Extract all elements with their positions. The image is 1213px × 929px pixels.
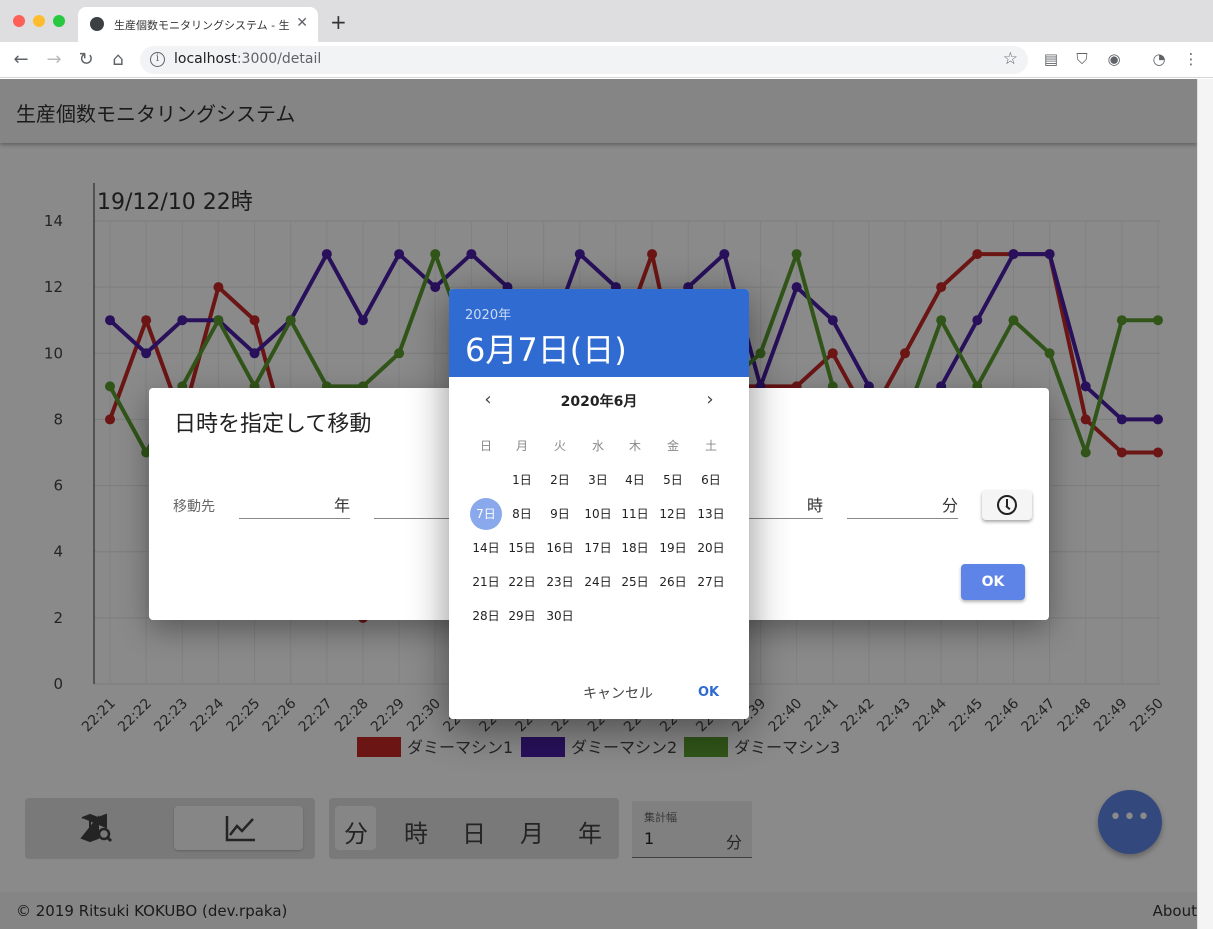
time-picker-button[interactable] <box>982 490 1032 520</box>
next-month-icon[interactable]: › <box>698 389 722 410</box>
calendar-day[interactable]: 16日 <box>544 532 576 564</box>
calendar-day[interactable]: 20日 <box>695 532 727 564</box>
calendar-day[interactable]: 7日 <box>470 498 502 530</box>
minute-input[interactable]: 分 <box>847 488 958 519</box>
browser-tab-bar: 生産個数モニタリングシステム - 生 ✕ + <box>0 0 1213 42</box>
weekday-header: 水 <box>591 439 604 453</box>
picker-ok-button[interactable]: OK <box>698 685 719 700</box>
password-extension-icon[interactable]: ◉ <box>1104 50 1124 70</box>
calendar-day[interactable]: 14日 <box>470 532 502 564</box>
date-picker-header: 2020年 6月7日(日) <box>449 289 749 377</box>
tab-title: 生産個数モニタリングシステム - 生 <box>114 19 290 32</box>
calendar-day[interactable]: 10日 <box>582 498 614 530</box>
calendar-day[interactable]: 27日 <box>695 566 727 598</box>
browser-tab[interactable]: 生産個数モニタリングシステム - 生 ✕ <box>78 7 318 42</box>
move-target-label: 移動先 <box>173 499 215 515</box>
back-icon[interactable]: ← <box>10 49 32 70</box>
page-scrollbar[interactable] <box>1197 79 1213 929</box>
weekday-header: 日 <box>479 439 492 453</box>
globe-icon <box>90 17 104 31</box>
calendar-day[interactable]: 24日 <box>582 566 614 598</box>
site-info-icon[interactable]: i <box>150 52 165 67</box>
calendar-day[interactable]: 5日 <box>657 464 689 496</box>
weekday-header: 金 <box>666 439 679 453</box>
calendar-day[interactable]: 25日 <box>619 566 651 598</box>
reading-list-extension-icon[interactable]: ▤ <box>1041 50 1061 70</box>
month-input[interactable] <box>374 488 454 519</box>
address-bar: ← → ↻ ⌂ i localhost:3000/detail ☆ ▤ ⛉ ◉ … <box>0 42 1213 78</box>
maximize-window-button[interactable] <box>53 15 65 27</box>
menu-kebab-icon[interactable]: ⋮ <box>1181 50 1201 70</box>
calendar-day[interactable]: 9日 <box>544 498 576 530</box>
reload-icon[interactable]: ↻ <box>75 49 97 70</box>
close-window-button[interactable] <box>13 15 25 27</box>
calendar-day[interactable]: 12日 <box>657 498 689 530</box>
tab-close-icon[interactable]: ✕ <box>296 15 308 31</box>
calendar-day[interactable]: 30日 <box>544 600 576 632</box>
calendar-day[interactable]: 21日 <box>470 566 502 598</box>
picker-year[interactable]: 2020年 <box>465 304 511 323</box>
calendar-day[interactable]: 8日 <box>506 498 538 530</box>
calendar-day[interactable]: 28日 <box>470 600 502 632</box>
home-icon[interactable]: ⌂ <box>107 49 129 70</box>
move-dialog-title: 日時を指定して移動 <box>174 412 372 437</box>
calendar-day[interactable]: 1日 <box>506 464 538 496</box>
calendar-day[interactable]: 4日 <box>619 464 651 496</box>
move-dialog-ok-button[interactable]: OK <box>961 564 1025 600</box>
weekday-header: 木 <box>628 439 641 453</box>
calendar-day[interactable]: 11日 <box>619 498 651 530</box>
calendar-day[interactable]: 2日 <box>544 464 576 496</box>
hour-input[interactable]: 時 <box>744 488 823 519</box>
calendar-day[interactable]: 26日 <box>657 566 689 598</box>
url-input[interactable]: i localhost:3000/detail ☆ <box>140 46 1028 74</box>
url-text: localhost:3000/detail <box>174 51 322 67</box>
weekday-header: 火 <box>553 439 566 453</box>
minimize-window-button[interactable] <box>33 15 45 27</box>
calendar-day[interactable]: 6日 <box>695 464 727 496</box>
calendar-day[interactable]: 15日 <box>506 532 538 564</box>
year-input[interactable]: 年 <box>239 488 350 519</box>
date-picker-dialog: 2020年 6月7日(日) ‹ 2020年6月 › 日月火水木金土 1日 2日 3日 4… <box>449 289 749 719</box>
calendar-day[interactable]: 19日 <box>657 532 689 564</box>
profile-extension-icon[interactable]: ◔ <box>1149 50 1169 70</box>
clock-icon <box>997 495 1017 515</box>
calendar-day[interactable]: 18日 <box>619 532 651 564</box>
calendar-day[interactable]: 29日 <box>506 600 538 632</box>
bookmark-star-icon[interactable]: ☆ <box>1003 49 1018 69</box>
calendar-day[interactable]: 13日 <box>695 498 727 530</box>
calendar-day[interactable]: 22日 <box>506 566 538 598</box>
calendar-day[interactable]: 3日 <box>582 464 614 496</box>
pocket-extension-icon[interactable]: ⛉ <box>1072 50 1092 70</box>
weekday-header: 月 <box>515 439 528 453</box>
forward-icon[interactable]: → <box>43 49 65 70</box>
weekday-header: 土 <box>704 439 717 453</box>
calendar-day[interactable]: 23日 <box>544 566 576 598</box>
calendar-day[interactable]: 17日 <box>582 532 614 564</box>
new-tab-icon[interactable]: + <box>330 10 347 34</box>
picker-cancel-button[interactable]: キャンセル <box>583 683 653 703</box>
picker-selected-date: 6月7日(日) <box>465 331 627 369</box>
